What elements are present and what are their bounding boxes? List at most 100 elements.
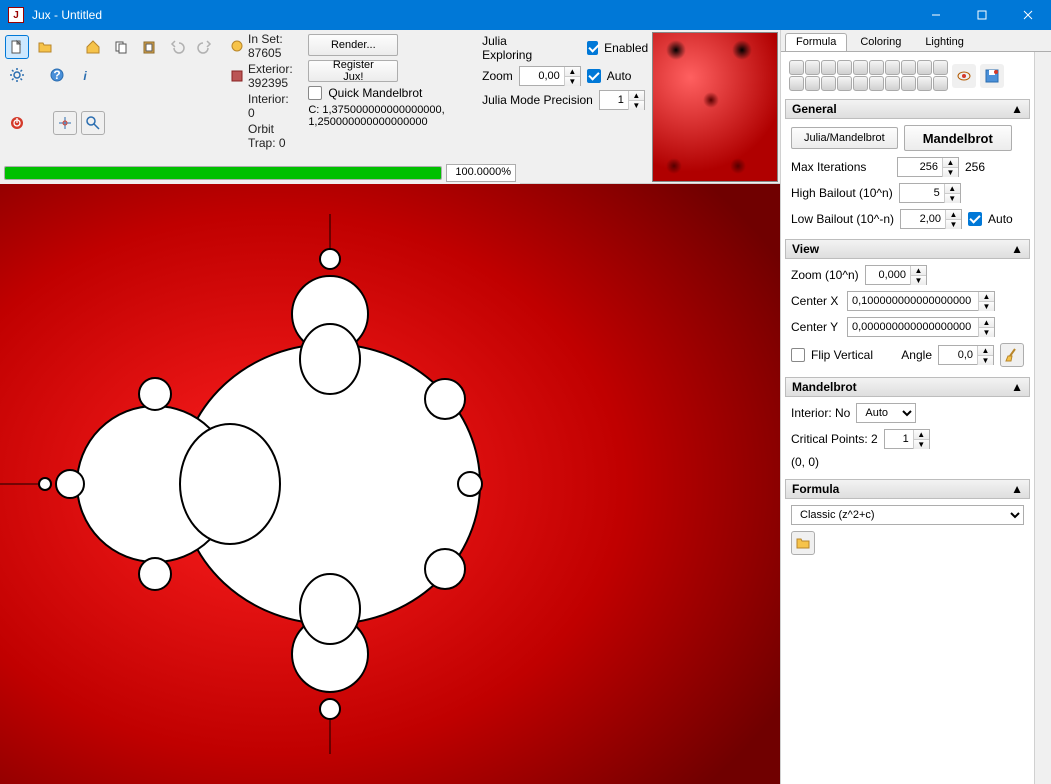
maxiter-label: Max Iterations: [791, 160, 891, 174]
maxiter-spinner[interactable]: ▲▼: [897, 157, 959, 177]
undo-button[interactable]: [165, 35, 189, 59]
stats-block: In Set: 87605 Exterior: 392395 Interior:…: [230, 30, 296, 183]
redo-button[interactable]: [193, 35, 217, 59]
maximize-button[interactable]: [959, 0, 1005, 30]
mid-block: Render... Register Jux! Quick Mandelbrot…: [296, 30, 478, 183]
progress-text: 100.0000%: [446, 164, 516, 182]
section-mandel-header[interactable]: Mandelbrot▲: [785, 377, 1030, 397]
julia-auto-label: Auto: [607, 69, 632, 83]
mandelbrot-button[interactable]: Mandelbrot: [904, 125, 1012, 151]
interior-stat: Interior: 0: [248, 92, 296, 120]
close-button[interactable]: [1005, 0, 1051, 30]
info-button[interactable]: i: [73, 63, 97, 87]
toolbar-area: ? i In Set: 87605 Exterior: 392395 Inter…: [0, 30, 780, 184]
view-zoom-spinner[interactable]: ▲▼: [865, 265, 927, 285]
section-formula-header[interactable]: Formula▲: [785, 479, 1030, 499]
settings-button[interactable]: [5, 63, 29, 87]
progress-bar: [4, 166, 442, 180]
hibail-label: High Bailout (10^n): [791, 186, 893, 200]
broom-button[interactable]: [1000, 343, 1024, 367]
interior-combo[interactable]: Auto: [856, 403, 916, 423]
app-icon: J: [8, 7, 24, 23]
paste-button[interactable]: [137, 35, 161, 59]
julia-heading: Julia Exploring: [482, 34, 543, 62]
hibail-spinner[interactable]: ▲▼: [899, 183, 961, 203]
minimize-button[interactable]: [913, 0, 959, 30]
julia-block: Julia Exploring Enabled Zoom ▲▼ Auto Jul…: [478, 30, 652, 183]
interior-label: Interior: No: [791, 406, 850, 420]
lobail-auto-label: Auto: [988, 212, 1013, 226]
julia-preview[interactable]: [652, 32, 778, 182]
section-general-header[interactable]: General ▲: [785, 99, 1030, 119]
window-title: Jux - Untitled: [32, 8, 913, 22]
lobail-label: Low Bailout (10^-n): [791, 212, 894, 226]
right-panel: Formula Coloring Lighting General ▲: [780, 30, 1051, 784]
formula-combo[interactable]: Classic (z^2+c): [791, 505, 1024, 525]
view-zoom-label: Zoom (10^n): [791, 268, 859, 282]
left-column: ? i In Set: 87605 Exterior: 392395 Inter…: [0, 30, 780, 784]
new-file-button[interactable]: [5, 35, 29, 59]
zoom-button[interactable]: [81, 111, 105, 135]
crosshair-button[interactable]: [53, 111, 77, 135]
layer-grid[interactable]: [789, 60, 948, 91]
c-value-label: C: 1,375000000000000000, 1,2500000000000…: [308, 104, 470, 128]
section-general-body: Julia/Mandelbrot Mandelbrot Max Iteratio…: [785, 119, 1030, 235]
register-button[interactable]: Register Jux!: [308, 60, 398, 82]
julia-enabled-label: Enabled: [604, 41, 648, 55]
quick-mandel-label: Quick Mandelbrot: [328, 86, 422, 100]
section-formula-body: Classic (z^2+c): [785, 499, 1030, 561]
maxiter-suffix: 256: [965, 160, 985, 174]
panel-tabs: Formula Coloring Lighting: [781, 30, 1051, 52]
copy-button[interactable]: [109, 35, 133, 59]
exterior-stat: Exterior: 392395: [248, 62, 296, 90]
layer-strip: [785, 56, 1030, 95]
julia-auto-checkbox[interactable]: [587, 69, 601, 83]
julia-mandel-button[interactable]: Julia/Mandelbrot: [791, 127, 898, 149]
open-file-button[interactable]: [33, 35, 57, 59]
help-button[interactable]: ?: [45, 63, 69, 87]
angle-spinner[interactable]: ▲▼: [938, 345, 994, 365]
critpts-label: Critical Points: 2: [791, 432, 878, 446]
section-view-body: Zoom (10^n) ▲▼ Center X ▲▼ Center Y ▲▼ F…: [785, 259, 1030, 373]
panel-body: General ▲ Julia/Mandelbrot Mandelbrot Ma…: [781, 52, 1051, 784]
tab-coloring[interactable]: Coloring: [849, 33, 912, 51]
collapse-icon: ▲: [1011, 102, 1023, 116]
orbittrap-stat: Orbit Trap: 0: [248, 122, 296, 150]
lobail-auto-checkbox[interactable]: [968, 212, 982, 226]
toolbar-left: ? i: [0, 30, 222, 183]
tab-lighting[interactable]: Lighting: [914, 33, 975, 51]
inset-stat: In Set: 87605: [248, 32, 296, 60]
origin-label: (0, 0): [791, 455, 819, 469]
flip-vertical-label: Flip Vertical: [811, 348, 873, 362]
progress-row: 100.0000%: [0, 162, 520, 184]
home-button[interactable]: [81, 35, 105, 59]
view-cx-spinner[interactable]: ▲▼: [847, 291, 995, 311]
render-button[interactable]: Render...: [308, 34, 398, 56]
titlebar: J Jux - Untitled: [0, 0, 1051, 30]
view-cy-spinner[interactable]: ▲▼: [847, 317, 995, 337]
section-view-header[interactable]: View▲: [785, 239, 1030, 259]
eye-palette-button[interactable]: [952, 64, 976, 88]
julia-zoom-label: Zoom: [482, 69, 513, 83]
tab-formula[interactable]: Formula: [785, 33, 847, 51]
lobail-spinner[interactable]: ▲▼: [900, 209, 962, 229]
save-palette-button[interactable]: [980, 64, 1004, 88]
open-formula-button[interactable]: [791, 531, 815, 555]
section-mandel-body: Interior: No Auto Critical Points: 2 ▲▼ …: [785, 397, 1030, 475]
app-body: ? i In Set: 87605 Exterior: 392395 Inter…: [0, 30, 1051, 784]
svg-text:i: i: [83, 69, 87, 83]
julia-precision-spinner[interactable]: ▲▼: [599, 90, 645, 110]
svg-text:?: ?: [53, 68, 60, 82]
view-cx-label: Center X: [791, 294, 841, 308]
flip-vertical-checkbox[interactable]: [791, 348, 805, 362]
angle-label: Angle: [901, 348, 932, 362]
critpts-spinner[interactable]: ▲▼: [884, 429, 930, 449]
view-cy-label: Center Y: [791, 320, 841, 334]
fractal-canvas[interactable]: [0, 184, 780, 784]
julia-precision-label: Julia Mode Precision: [482, 93, 593, 107]
panel-scrollbar[interactable]: [1034, 52, 1051, 784]
julia-enabled-checkbox[interactable]: [587, 41, 598, 55]
julia-zoom-spinner[interactable]: ▲▼: [519, 66, 581, 86]
power-button[interactable]: [5, 111, 29, 135]
quick-mandel-checkbox[interactable]: [308, 86, 322, 100]
